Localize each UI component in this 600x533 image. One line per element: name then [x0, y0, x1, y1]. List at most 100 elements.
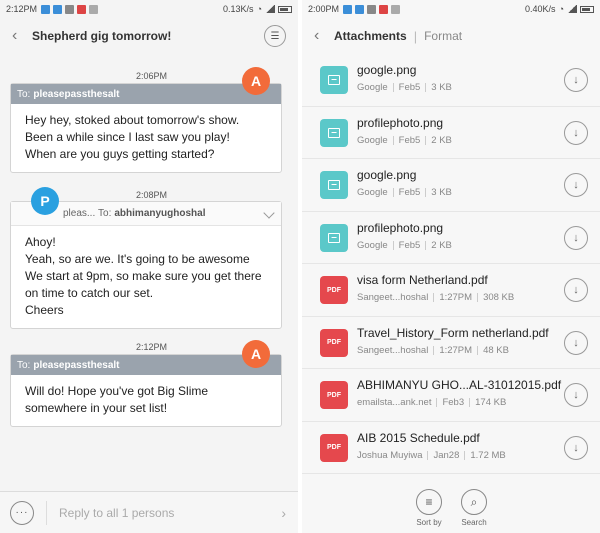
- wifi-icon: ◔: [558, 4, 564, 14]
- network-speed: 0.13K/s: [223, 4, 254, 14]
- app-notification-icon: [89, 4, 99, 14]
- pdf-file-icon: PDF: [320, 276, 348, 304]
- file-sender: Google: [357, 187, 388, 198]
- file-name: profilephoto.png: [357, 220, 444, 235]
- image-file-icon: [320, 171, 348, 199]
- back-arrow-icon[interactable]: ‹: [12, 27, 32, 45]
- search-label: Search: [461, 518, 487, 527]
- send-arrow-icon[interactable]: ›: [281, 505, 286, 521]
- file-date: 1:27PM: [439, 292, 473, 303]
- attachment-row[interactable]: profilephoto.png Google Feb5 2 KB ↓: [302, 212, 600, 264]
- file-name: google.png: [357, 168, 417, 182]
- file-sender: Sangeet...hoshal: [357, 292, 429, 303]
- file-size: 48 KB: [483, 344, 509, 356]
- twitter-notification-icon: [41, 4, 51, 14]
- battery-icon: [580, 5, 594, 13]
- file-date: Feb5: [398, 134, 421, 146]
- more-options-button[interactable]: ···: [10, 500, 34, 525]
- sort-icon: ≡: [416, 489, 442, 515]
- chevron-down-icon[interactable]: [263, 207, 275, 219]
- download-icon[interactable]: ↓: [564, 68, 588, 92]
- divider: [392, 240, 394, 250]
- image-file-icon: [320, 66, 348, 94]
- download-icon[interactable]: ↓: [564, 383, 588, 407]
- avatar[interactable]: A: [242, 67, 270, 95]
- divider: [427, 450, 429, 460]
- file-size: 3 KB: [431, 187, 452, 198]
- twitter-notification-icon: [355, 4, 365, 14]
- message-card[interactable]: To: pleasepassthesalt Will do! Hope you'v…: [10, 354, 282, 427]
- divider: [392, 135, 394, 145]
- divider: [433, 293, 435, 302]
- file-sender: Google: [357, 239, 388, 251]
- attachment-row[interactable]: PDF visa form Netherland.pdf Sangeet...ho…: [302, 264, 600, 317]
- divider: [464, 450, 466, 460]
- avatar[interactable]: A: [242, 340, 270, 368]
- search-button[interactable]: ⌕ Search: [454, 489, 494, 527]
- file-date: Feb5: [398, 82, 421, 93]
- file-size: 1.72 MB: [470, 449, 506, 461]
- download-icon[interactable]: ↓: [564, 173, 588, 197]
- file-date: 1:27PM: [439, 344, 473, 356]
- message-recipient: To: pleasepassthesalt: [11, 84, 281, 104]
- attachment-row[interactable]: profilephoto.png Google Feb5 2 KB ↓: [302, 107, 600, 159]
- message-card[interactable]: To: pleasepassthesalt Hey hey, stoked abo…: [10, 83, 282, 173]
- download-icon[interactable]: ↓: [564, 330, 588, 355]
- file-date: Feb5: [398, 239, 421, 251]
- message-body: Hey hey, stoked about tomorrow's show. B…: [25, 113, 240, 161]
- message-recipient: To: pleasepassthesalt: [11, 355, 281, 375]
- file-meta: Google Feb5 3 KB: [357, 82, 452, 93]
- file-date: Feb5: [398, 187, 421, 198]
- file-name: google.png: [357, 63, 417, 77]
- divider: [425, 135, 427, 145]
- file-meta: Google Feb5 3 KB: [357, 187, 452, 198]
- attachment-row[interactable]: PDF ABHIMANYU GHO...AL-31012015.pdf email…: [302, 369, 600, 422]
- attachment-row[interactable]: google.png Google Feb5 3 KB ↓: [302, 54, 600, 107]
- file-size: 2 KB: [431, 239, 452, 251]
- file-size: 174 KB: [475, 397, 507, 408]
- attachment-list: google.png Google Feb5 3 KB ↓ profilephot…: [302, 54, 600, 474]
- avatar[interactable]: P: [31, 187, 59, 215]
- twitter-notification-icon: [343, 4, 353, 14]
- file-meta: emailsta...ank.net Feb3 174 KB: [357, 397, 506, 408]
- file-sender: Google: [357, 82, 388, 93]
- divider: [425, 83, 427, 92]
- download-icon[interactable]: ↓: [564, 225, 588, 250]
- network-speed: 0.40K/s: [525, 4, 556, 14]
- search-icon: ⌕: [461, 489, 487, 515]
- divider: [392, 83, 394, 92]
- list-icon[interactable]: ☰: [264, 25, 286, 47]
- conversation-header: ‹ Shepherd gig tomorrow! ☰: [0, 18, 298, 54]
- signal-icon: [265, 5, 275, 13]
- message-card[interactable]: pleas... To: abhimanyughoshal Ahoy! Yeah,…: [10, 201, 282, 329]
- divider: [477, 293, 479, 302]
- file-meta: Sangeet...hoshal 1:27PM 48 KB: [357, 345, 509, 356]
- conversation-title: Shepherd gig tomorrow!: [32, 29, 172, 43]
- image-file-icon: [320, 118, 348, 147]
- gmail-notification-icon: [77, 4, 87, 14]
- sort-by-button[interactable]: ≡ Sort by: [409, 489, 449, 527]
- back-arrow-icon[interactable]: ‹: [314, 27, 334, 45]
- format-filter[interactable]: Format: [424, 29, 462, 43]
- attachment-row[interactable]: PDF AIB 2015 Schedule.pdf Joshua Muyiwa J…: [302, 422, 600, 474]
- pdf-file-icon: PDF: [320, 328, 348, 357]
- bottom-toolbar: ≡ Sort by ⌕ Search: [302, 485, 600, 533]
- divider: [469, 398, 471, 407]
- attachment-row[interactable]: google.png Google Feb5 3 KB ↓: [302, 159, 600, 212]
- gmail-notification-icon: [379, 4, 389, 14]
- twitter-notification-icon: [53, 4, 63, 14]
- divider: [477, 345, 479, 355]
- download-icon[interactable]: ↓: [564, 120, 588, 145]
- file-name: AIB 2015 Schedule.pdf: [357, 430, 480, 445]
- file-name: visa form Netherland.pdf: [357, 273, 488, 287]
- download-icon[interactable]: ↓: [564, 278, 588, 302]
- file-size: 2 KB: [431, 134, 452, 146]
- divider: [425, 240, 427, 250]
- status-time: 2:12PM: [6, 4, 38, 14]
- file-name: Travel_History_Form netherland.pdf: [357, 325, 549, 340]
- download-icon[interactable]: ↓: [564, 435, 588, 460]
- reply-input[interactable]: Reply to all 1 persons: [59, 506, 174, 520]
- attachment-row[interactable]: PDF Travel_History_Form netherland.pdf Sa…: [302, 317, 600, 369]
- file-name: ABHIMANYU GHO...AL-31012015.pdf: [357, 378, 562, 392]
- file-meta: Google Feb5 2 KB: [357, 135, 452, 146]
